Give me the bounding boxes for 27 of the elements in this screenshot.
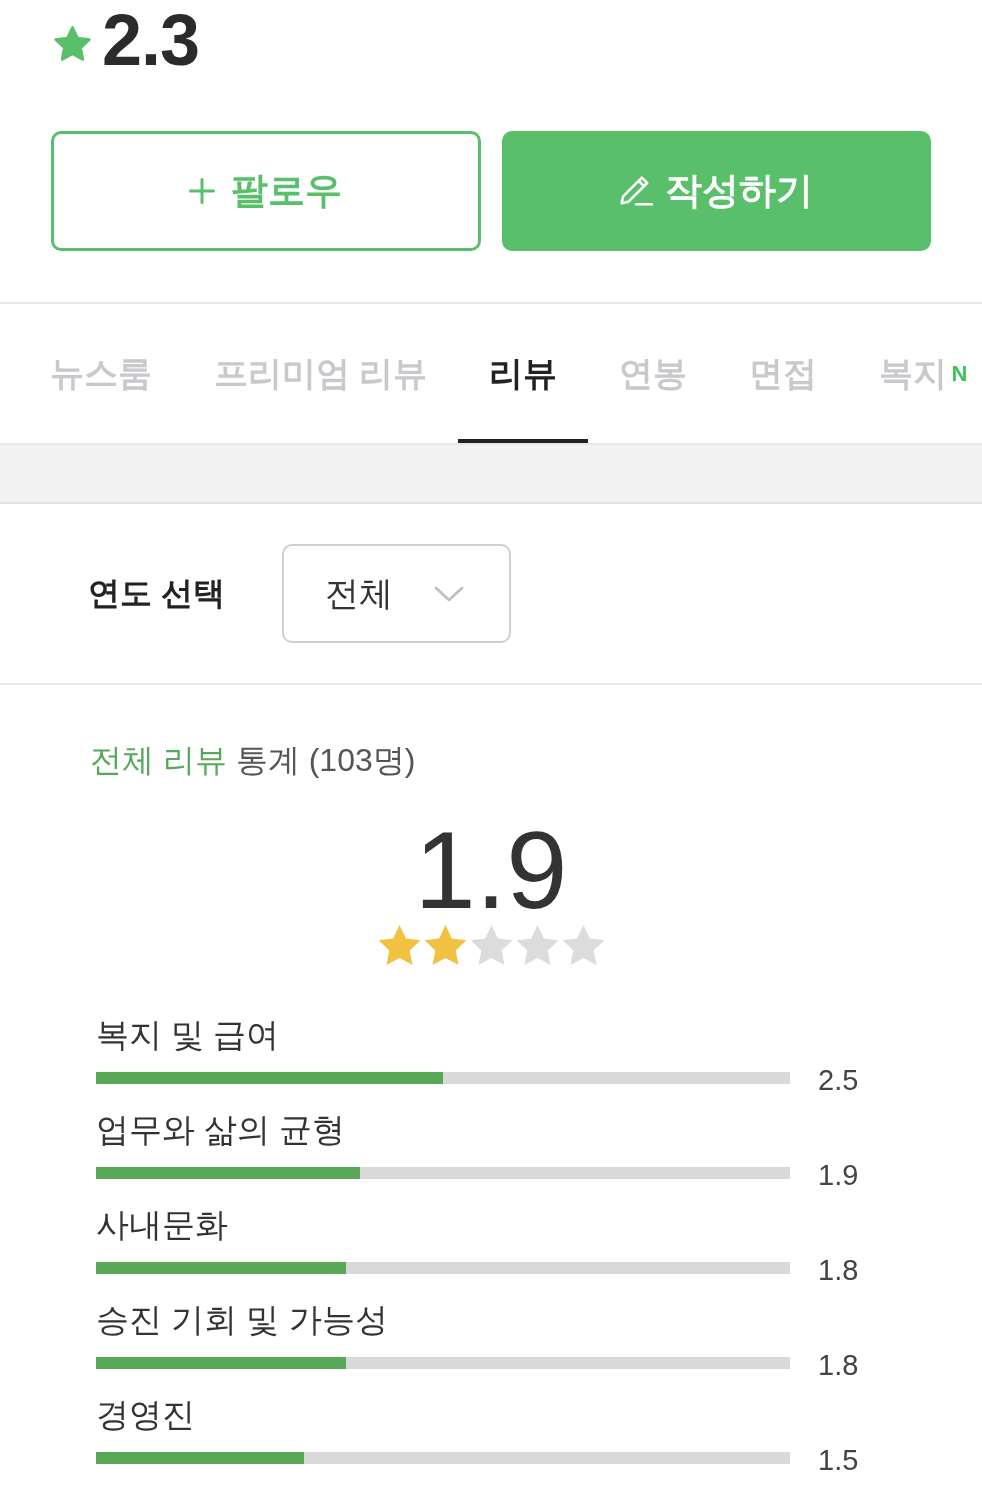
plus-icon [189, 178, 216, 204]
category-score: 1.8 [818, 1348, 859, 1382]
star-icon [561, 925, 605, 965]
star-icon [469, 925, 513, 965]
pencil-icon [619, 176, 653, 206]
category-score: 1.8 [818, 1253, 859, 1287]
category-score: 1.5 [818, 1443, 859, 1477]
star-icon [423, 925, 467, 965]
category-label: 업무와 삶의 균형 [96, 1110, 346, 1150]
year-filter-label: 연도 선택 [88, 573, 225, 613]
chevron-down-icon [433, 585, 464, 602]
year-select[interactable]: 전체 [281, 544, 511, 643]
category-score: 2.5 [818, 1063, 859, 1097]
category-label: 승진 기회 및 가능성 [96, 1300, 388, 1340]
overall-score: 1.9 [414, 808, 568, 931]
category-label: 경영진 [96, 1395, 195, 1435]
rating-value: 2.3 [102, 4, 200, 76]
new-label: N [951, 360, 968, 387]
follow-button[interactable]: 팔로우 [51, 131, 481, 251]
star-icon [54, 25, 91, 61]
write-review-button[interactable]: 작성하기 [501, 131, 931, 251]
star-icon [377, 925, 421, 965]
star-icon [515, 925, 559, 965]
category-score: 1.9 [818, 1158, 859, 1192]
category-label: 사내문화 [96, 1205, 228, 1245]
stats-title: 전체 리뷰 통계 (103명) [90, 741, 416, 780]
category-label: 복지 및 급여 [96, 1015, 280, 1055]
